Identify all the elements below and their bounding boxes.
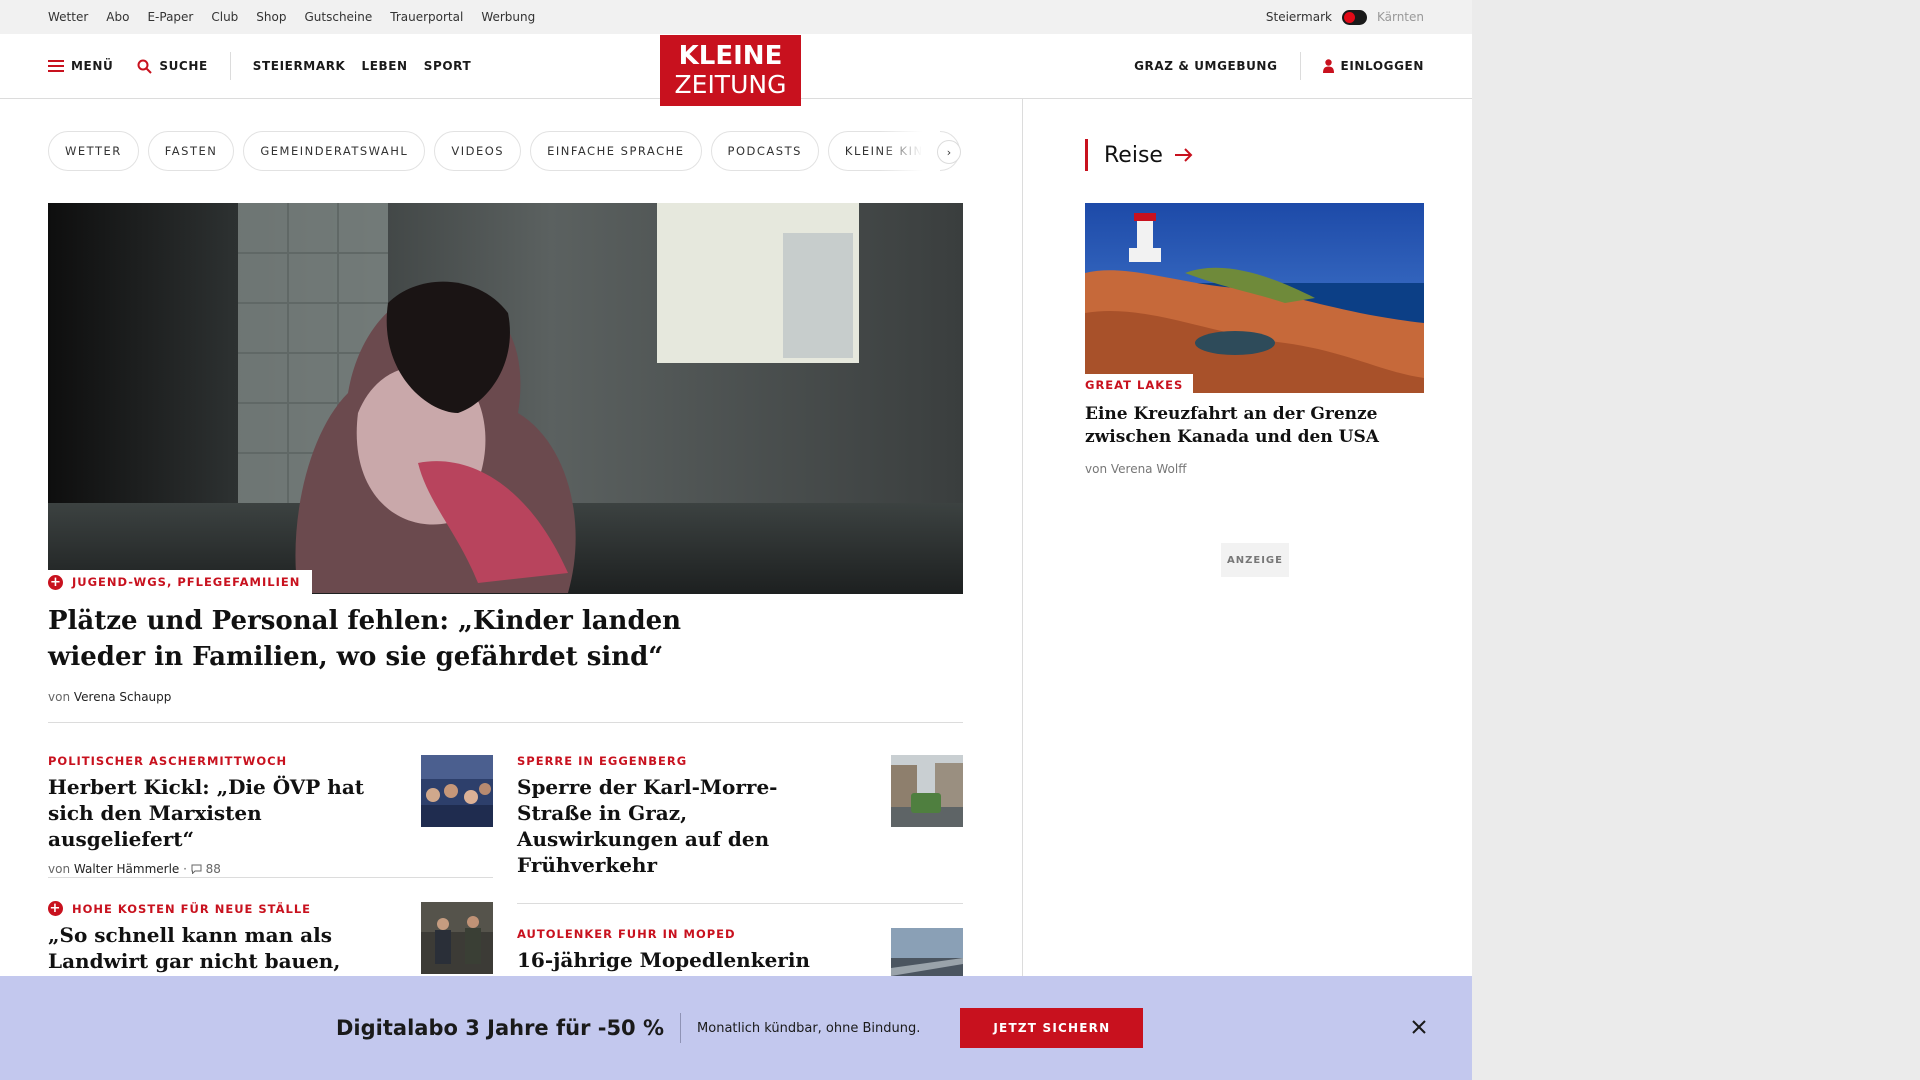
user-icon (1322, 59, 1334, 73)
promo-subline: Monatlich kündbar, ohne Bindung. (697, 1020, 921, 1036)
teaser-staelle[interactable]: + HOHE KOSTEN FÜR NEUE STÄLLE „So schnel… (48, 901, 378, 974)
promo-headline: Digitalabo 3 Jahre für -50 % (336, 1016, 665, 1040)
site: Wetter Abo E-Paper Club Shop Gutscheine … (0, 0, 1472, 1080)
column-divider (1022, 99, 1023, 1080)
section-reise-link[interactable]: Reise (1085, 139, 1193, 171)
region-switch: Steiermark Kärnten (1266, 0, 1424, 34)
teaser-byline: von Walter Hämmerle · 88 (48, 862, 378, 876)
subscription-banner: Digitalabo 3 Jahre für -50 % Monatlich k… (0, 976, 1472, 1080)
nav-sport[interactable]: SPORT (424, 59, 472, 73)
byline-separator: · (183, 862, 191, 876)
region-inactive-label[interactable]: Kärnten (1377, 10, 1424, 24)
teaser-divider-right (517, 903, 963, 904)
reise-kicker: GREAT LAKES (1085, 377, 1184, 392)
utility-links: Wetter Abo E-Paper Club Shop Gutscheine … (48, 0, 535, 34)
reise-byline: von Verena Wolff (1085, 462, 1187, 476)
site-logo[interactable]: KLEINE ZEITUNG (660, 35, 801, 106)
logo-line-1: KLEINE (678, 41, 783, 71)
pill-videos[interactable]: VIDEOS (434, 131, 522, 171)
pill-fasten[interactable]: FASTEN (147, 131, 235, 171)
pill-podcasts[interactable]: PODCASTS (710, 131, 819, 171)
region-toggle[interactable] (1341, 9, 1367, 25)
reise-title[interactable]: Eine Kreuzfahrt an der Grenze zwischen K… (1085, 403, 1385, 449)
hero-byline: von Verena Schaupp (48, 690, 171, 704)
topic-pills: WETTER FASTEN GEMEINDERATSWAHL VIDEOS EI… (48, 131, 964, 171)
close-icon[interactable] (1407, 1013, 1431, 1041)
hero-divider (48, 722, 963, 723)
teaser-title[interactable]: Herbert Kickl: „Die ÖVP hat sich den Mar… (48, 774, 378, 852)
teaser-kickl-thumbnail[interactable] (421, 755, 493, 827)
teaser-kicker: AUTOLENKER FUHR IN MOPED (517, 927, 736, 941)
teaser-divider-left (48, 877, 493, 878)
teaser-sperre-thumbnail[interactable] (891, 755, 963, 827)
arrow-right-icon (1174, 148, 1193, 162)
utility-link-wetter[interactable]: Wetter (48, 10, 88, 24)
utility-link-trauerportal[interactable]: Trauerportal (390, 10, 463, 24)
teaser-title[interactable]: Sperre der Karl-Morre-Straße in Graz, Au… (517, 774, 837, 878)
teaser-sperre[interactable]: SPERRE IN EGGENBERG Sperre der Karl-Morr… (517, 754, 837, 878)
login-button[interactable]: EINLOGGEN (1322, 59, 1424, 73)
teaser-author[interactable]: Walter Hämmerle (74, 862, 179, 876)
search-button[interactable]: SUCHE (137, 59, 207, 74)
hero-kicker-box: + JUGEND-WGS, PFLEGEFAMILIEN (48, 570, 313, 594)
utility-link-werbung[interactable]: Werbung (481, 10, 535, 24)
utility-link-shop[interactable]: Shop (256, 10, 286, 24)
hero-title[interactable]: Plätze und Personal fehlen: „Kinder land… (48, 603, 688, 675)
pill-wetter[interactable]: WETTER (48, 131, 139, 171)
login-label: EINLOGGEN (1340, 59, 1424, 73)
header-left: MENÜ SUCHE STEIERMARK LEBEN SPORT (48, 34, 471, 98)
menu-label: MENÜ (71, 59, 114, 73)
ad-label: ANZEIGE (1221, 543, 1289, 577)
subscription-banner-content: Digitalabo 3 Jahre für -50 % Monatlich k… (336, 1008, 1144, 1048)
logo-line-2: ZEITUNG (674, 70, 787, 99)
teaser-kicker: POLITISCHER ASCHERMITTWOCH (48, 754, 288, 768)
region-active-label[interactable]: Steiermark (1266, 10, 1332, 24)
pill-einfache-sprache[interactable]: EINFACHE SPRACHE (530, 131, 702, 171)
plus-icon: + (48, 901, 63, 916)
header-divider-right (1299, 52, 1301, 80)
search-icon (137, 59, 153, 74)
teaser-kickl[interactable]: POLITISCHER ASCHERMITTWOCH Herbert Kickl… (48, 754, 378, 876)
utility-bar: Wetter Abo E-Paper Club Shop Gutscheine … (0, 0, 1472, 34)
teaser-kicker-text: HOHE KOSTEN FÜR NEUE STÄLLE (72, 901, 312, 916)
utility-link-abo[interactable]: Abo (106, 10, 129, 24)
section-reise-title: Reise (1104, 142, 1163, 168)
teaser-kicker: + HOHE KOSTEN FÜR NEUE STÄLLE (48, 901, 378, 916)
plus-icon: + (48, 574, 63, 590)
search-label: SUCHE (159, 59, 208, 73)
hero-kicker: JUGEND-WGS, PFLEGEFAMILIEN (72, 575, 301, 589)
teaser-kicker: SPERRE IN EGGENBERG (517, 754, 688, 768)
pill-gemeinderatswahl[interactable]: GEMEINDERATSWAHL (243, 131, 426, 171)
pills-next-button[interactable]: › (937, 140, 961, 164)
hero-image[interactable] (48, 203, 963, 594)
hero-byline-prefix: von (48, 690, 71, 704)
teaser-staelle-thumbnail[interactable] (421, 902, 493, 974)
promo-divider (680, 1013, 682, 1043)
hero-author[interactable]: Verena Schaupp (74, 690, 172, 704)
main-header: MENÜ SUCHE STEIERMARK LEBEN SPORT KLEINE… (0, 34, 1472, 106)
teaser-byline-prefix: von (48, 862, 71, 876)
reise-kicker-box: GREAT LAKES (1085, 374, 1194, 395)
header-right: GRAZ & UMGEBUNG EINLOGGEN (1134, 34, 1424, 98)
region-link[interactable]: GRAZ & UMGEBUNG (1134, 59, 1277, 73)
header-divider (229, 52, 231, 80)
promo-cta-button[interactable]: JETZT SICHERN (960, 1008, 1144, 1048)
hamburger-icon (48, 60, 64, 72)
utility-link-gutscheine[interactable]: Gutscheine (304, 10, 372, 24)
chevron-right-icon: › (946, 145, 952, 159)
menu-button[interactable]: MENÜ (48, 59, 113, 73)
teaser-title[interactable]: „So schnell kann man als Landwirt gar ni… (48, 922, 378, 974)
comment-icon (191, 864, 202, 874)
reise-image[interactable] (1085, 203, 1424, 393)
utility-link-epaper[interactable]: E-Paper (147, 10, 193, 24)
nav-leben[interactable]: LEBEN (361, 59, 407, 73)
utility-link-club[interactable]: Club (211, 10, 238, 24)
pills-fade (880, 131, 940, 171)
comment-count[interactable]: 88 (206, 862, 221, 876)
nav-steiermark[interactable]: STEIERMARK (253, 59, 346, 73)
